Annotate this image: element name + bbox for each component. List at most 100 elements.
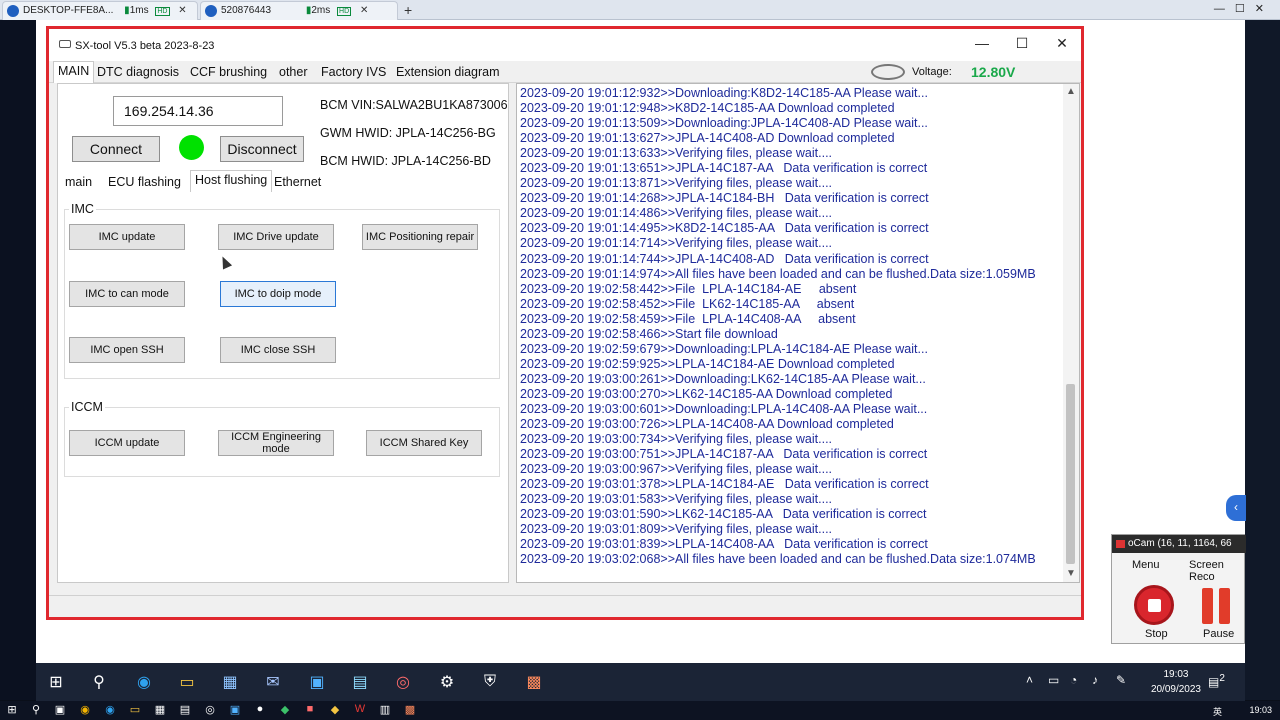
log-line: 2023-09-20 19:01:13:627>>JPLA-14C408-AD … <box>520 131 895 146</box>
disconnect-button[interactable]: Disconnect <box>220 136 304 162</box>
stop-button[interactable] <box>1134 585 1174 625</box>
stop-icon <box>1148 599 1161 612</box>
app-icon[interactable]: ▤ <box>178 703 192 717</box>
mail-icon[interactable]: ✉ <box>263 672 283 692</box>
app-icon[interactable]: ▥ <box>378 703 392 717</box>
window-title: SX-tool V5.3 beta 2023-8-23 <box>75 40 215 52</box>
stop-label: Stop <box>1145 628 1168 640</box>
imc-to-doip-mode-button[interactable]: IMC to doip mode <box>220 281 336 307</box>
app-icon[interactable]: W <box>353 703 367 717</box>
subtab-host-flushing[interactable]: Host flushing <box>190 170 273 192</box>
subtab-ecu-flashing[interactable]: ECU flashing <box>104 173 185 191</box>
log-pane[interactable]: 2023-09-20 19:01:12:932>>Downloading:K8D… <box>516 83 1080 583</box>
voltage-label: Voltage: <box>912 66 952 78</box>
tab-ccf-brushing[interactable]: CCF brushing <box>186 63 271 81</box>
tab-extension-diagram[interactable]: Extension diagram <box>392 63 504 81</box>
sx-tool-window: SX-tool V5.3 beta 2023-8-23 — ☐ ✕ MAIN D… <box>46 26 1084 620</box>
log-list: 2023-09-20 19:01:12:932>>Downloading:K8D… <box>520 86 1060 568</box>
host-tab-strip: DESKTOP-FFE8A... ▮1ms HD ✕ 520876443 ▮2m… <box>0 0 1280 20</box>
log-line: 2023-09-20 19:01:13:509>>Downloading:JPL… <box>520 116 928 131</box>
scroll-down-icon[interactable]: ▼ <box>1066 568 1076 579</box>
chevron-up-icon[interactable]: ˄ <box>1026 673 1033 687</box>
pause-button[interactable] <box>1200 588 1232 624</box>
tab-close-icon[interactable]: ✕ <box>360 5 368 16</box>
battery-icon[interactable]: ▭ <box>1048 673 1059 687</box>
scroll-up-icon[interactable]: ▲ <box>1066 86 1076 97</box>
edge-browser-icon[interactable]: ◉ <box>134 672 154 692</box>
subtab-main[interactable]: main <box>61 173 96 191</box>
pen-icon[interactable]: ✎ <box>1116 673 1126 687</box>
app-icon[interactable]: ● <box>253 703 267 717</box>
windows-start-icon[interactable]: ⊞ <box>46 672 66 692</box>
search-icon[interactable]: ⚲ <box>89 672 109 692</box>
imc-drive-update-button[interactable]: IMC Drive update <box>218 224 334 250</box>
edge-icon[interactable]: ◉ <box>103 703 117 717</box>
connection-status-indicator <box>179 135 204 160</box>
windows-start-icon[interactable]: ⊞ <box>5 703 19 717</box>
app-icon[interactable]: ▣ <box>228 703 242 717</box>
search-icon[interactable]: ⚲ <box>29 703 43 717</box>
subtab-ethernet[interactable]: Ethernet <box>270 173 325 191</box>
host-tab-2[interactable]: 520876443 ▮2ms HD ✕ <box>200 1 398 20</box>
host-window-controls[interactable]: —☐✕ <box>1214 2 1274 15</box>
iccm-engineering-mode-button[interactable]: ICCM Engineering mode <box>218 430 334 456</box>
log-line: 2023-09-20 19:03:00:261>>Downloading:LK6… <box>520 371 926 386</box>
app-icon[interactable]: ◆ <box>328 703 342 717</box>
app-icon[interactable]: ▤ <box>350 672 370 692</box>
log-scrollbar[interactable]: ▲ ▼ <box>1063 84 1079 582</box>
volume-icon[interactable]: ♪ <box>1092 673 1098 687</box>
settings-gear-icon[interactable]: ⚙ <box>437 672 457 692</box>
pause-label: Pause <box>1203 628 1235 640</box>
ocam-menu-button[interactable]: Menu <box>1132 559 1160 571</box>
app-icon[interactable]: ■ <box>303 703 317 717</box>
host-clock-time[interactable]: 19:03 <box>1249 705 1272 715</box>
clock[interactable]: 19:03 20/09/2023 <box>1151 667 1201 697</box>
brand-logo-icon <box>871 64 905 80</box>
imc-positioning-repair-button[interactable]: IMC Positioning repair <box>362 224 478 250</box>
tab-close-icon[interactable]: ✕ <box>178 5 186 16</box>
folder-icon[interactable]: ▭ <box>128 703 142 717</box>
imc-update-button[interactable]: IMC update <box>69 224 185 250</box>
minimize-button[interactable]: — <box>967 35 997 55</box>
maximize-button[interactable]: ☐ <box>1007 35 1037 55</box>
file-explorer-icon[interactable]: ▭ <box>177 672 197 692</box>
app-icon[interactable]: ◆ <box>278 703 292 717</box>
imc-open-ssh-button[interactable]: IMC open SSH <box>69 337 185 363</box>
ocam-screen-recording-button[interactable]: Screen Reco <box>1189 559 1244 583</box>
app-icon[interactable]: ◎ <box>203 703 217 717</box>
ip-address-input[interactable]: 169.254.14.36 <box>113 96 283 126</box>
host-tab-label: DESKTOP-FFE8A... <box>23 5 114 16</box>
pause-icon <box>1202 588 1213 624</box>
iccm-update-button[interactable]: ICCM update <box>69 430 185 456</box>
bcm-vin: BCM VIN:SALWA2BU1KA873006 <box>320 98 508 112</box>
close-button[interactable]: ✕ <box>1047 35 1077 55</box>
task-view-icon[interactable]: ▣ <box>53 703 67 717</box>
sx-tool-taskbar-icon[interactable]: ◎ <box>393 672 413 692</box>
app-icon[interactable]: ▦ <box>153 703 167 717</box>
shield-icon[interactable]: ⛨ <box>480 672 500 692</box>
app-icon[interactable]: ▩ <box>524 672 544 692</box>
tab-other[interactable]: other <box>275 63 312 81</box>
chevron-left-icon[interactable]: ‹ <box>1226 495 1246 521</box>
voltage-value: 12.80V <box>971 64 1016 80</box>
user-icon <box>205 5 217 17</box>
chrome-icon[interactable]: ◉ <box>78 703 92 717</box>
app-icon[interactable]: ▩ <box>403 703 417 717</box>
scroll-thumb[interactable] <box>1066 384 1075 564</box>
iccm-shared-key-button[interactable]: ICCM Shared Key <box>366 430 482 456</box>
new-tab-icon[interactable]: + <box>404 2 412 18</box>
input-language[interactable]: 英 <box>1213 705 1222 718</box>
host-taskbar: ⊞ ⚲ ▣ ◉ ◉ ▭ ▦ ▤ ◎ ▣ ● ◆ ■ ◆ W ▥ ▩ 英 19:0… <box>0 701 1280 720</box>
imc-to-can-mode-button[interactable]: IMC to can mode <box>69 281 185 307</box>
connect-button[interactable]: Connect <box>72 136 160 162</box>
wifi-icon[interactable]: ◔ <box>1070 673 1077 687</box>
tab-main[interactable]: MAIN <box>53 61 95 83</box>
store-icon[interactable]: ▦ <box>220 672 240 692</box>
tab-factory-ivs[interactable]: Factory IVS <box>317 63 390 81</box>
host-tab-1[interactable]: DESKTOP-FFE8A... ▮1ms HD ✕ <box>2 1 198 20</box>
tab-dtc-diagnosis[interactable]: DTC diagnosis <box>93 63 183 81</box>
notification-icon[interactable]: ▤2 <box>1208 673 1225 689</box>
status-bar <box>49 595 1081 617</box>
app-icon[interactable]: ▣ <box>307 672 327 692</box>
imc-close-ssh-button[interactable]: IMC close SSH <box>220 337 336 363</box>
